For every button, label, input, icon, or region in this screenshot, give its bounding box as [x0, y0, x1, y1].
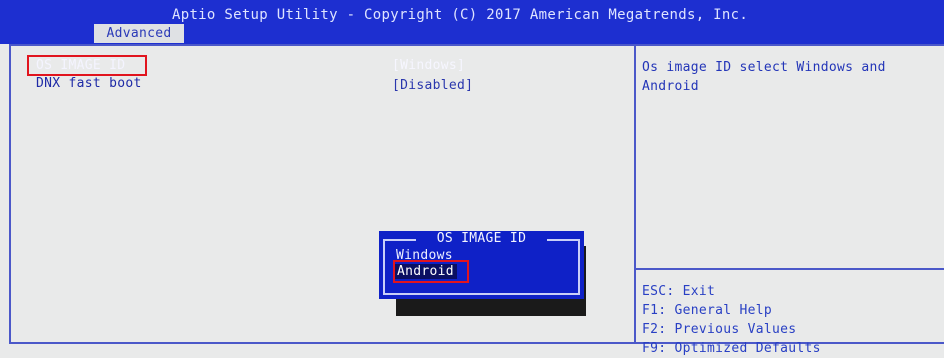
title-bar: Aptio Setup Utility - Copyright (C) 2017…: [0, 0, 944, 44]
tab-advanced[interactable]: Advanced: [94, 24, 184, 43]
popup-title: OS IMAGE ID: [436, 231, 527, 246]
key-esc: ESC: Exit: [642, 284, 716, 299]
key-f1: F1: General Help: [642, 303, 773, 318]
app-title: Aptio Setup Utility - Copyright (C) 2017…: [172, 7, 749, 23]
option-highlight: [393, 260, 469, 283]
help-description: Os image ID select Windows and Android: [642, 60, 886, 94]
setting-os-image-id-value[interactable]: [Windows]: [392, 58, 465, 73]
help-divider: [636, 268, 944, 270]
setting-dnx-fast-boot-value[interactable]: [Disabled]: [392, 78, 473, 93]
key-f2: F2: Previous Values: [642, 322, 797, 337]
panel-divider: [634, 44, 636, 344]
setting-dnx-fast-boot-label[interactable]: DNX fast boot: [36, 76, 142, 91]
selection-highlight: [27, 55, 147, 76]
key-legend: ESC: Exit F1: General Help F2: Previous …: [642, 282, 821, 358]
